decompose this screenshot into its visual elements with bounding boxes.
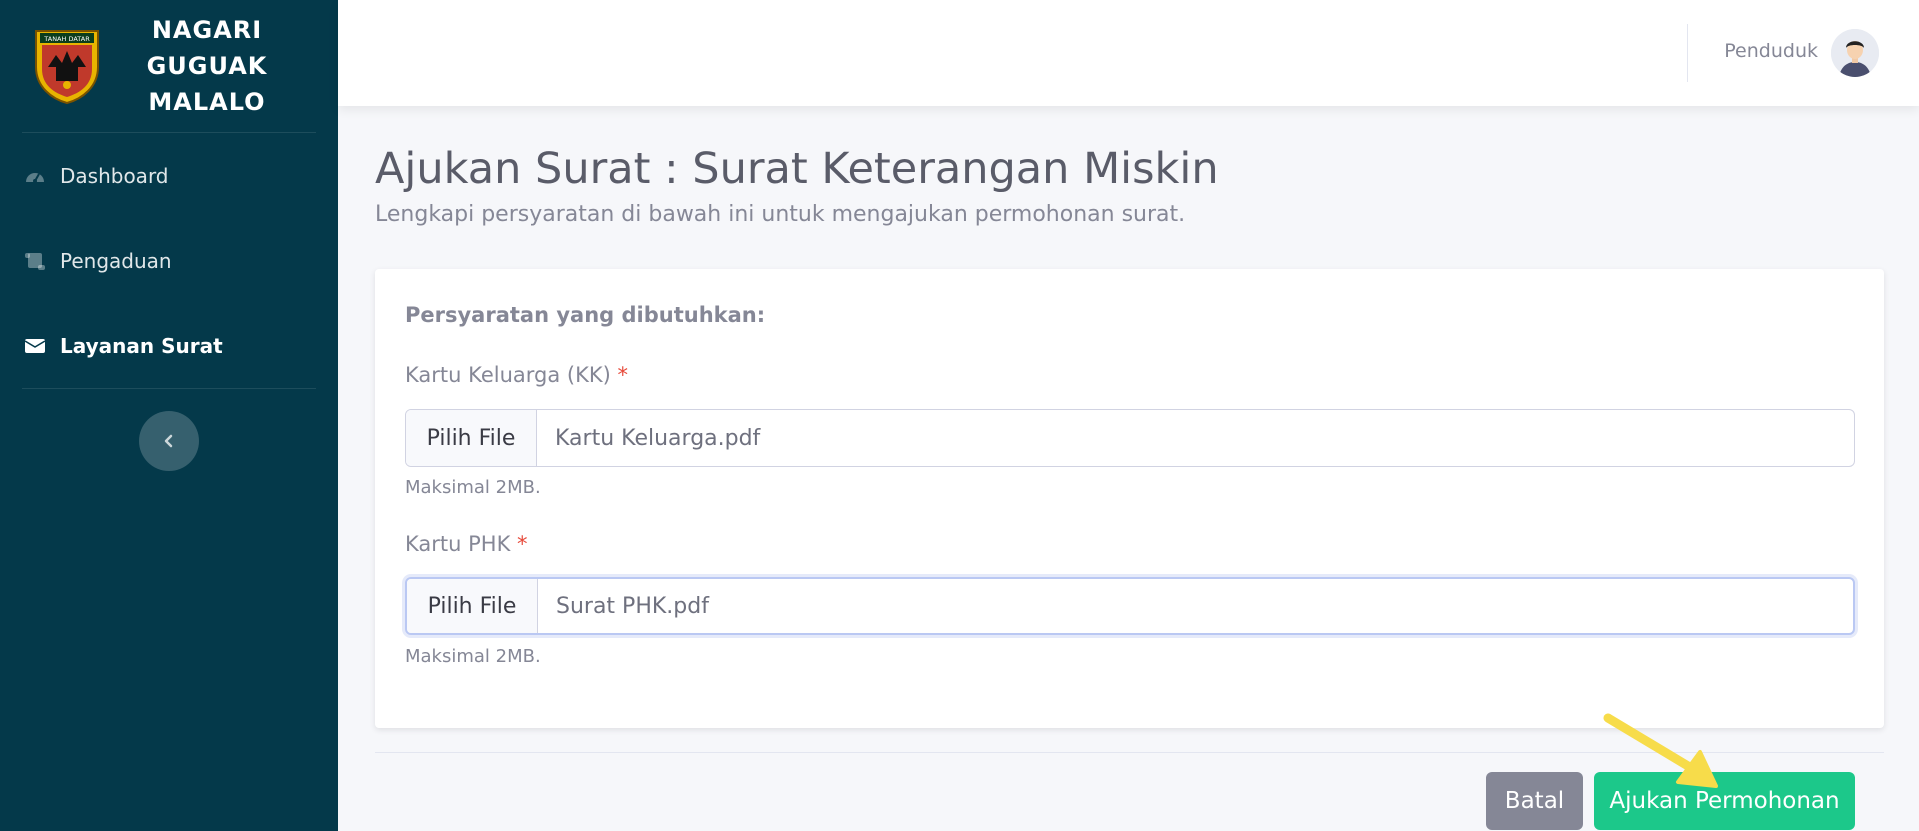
sidebar: TANAH DATAR NAGARI GUGUAK MALALO Dashboa… [0,0,338,831]
selected-file-name: Surat PHK.pdf [556,593,709,619]
help-text: Maksimal 2MB. [405,477,541,498]
field-label-kk: Kartu Keluarga (KK) * [405,363,628,387]
requirements-title: Persyaratan yang dibutuhkan: [405,303,766,327]
coat-of-arms-logo: TANAH DATAR [35,30,99,105]
form-footer-divider [375,752,1884,753]
topbar-divider [1687,24,1688,82]
logo-caption: TANAH DATAR [43,35,90,43]
submit-button[interactable]: Ajukan Permohonan [1594,772,1855,830]
required-mark: * [517,532,528,556]
envelope-icon [24,335,46,357]
sidebar-divider [22,388,316,389]
sidebar-item-layanan-surat[interactable]: Layanan Surat [0,303,338,388]
brand-name: NAGARI GUGUAK MALALO [132,12,282,120]
sidebar-item-label: Layanan Surat [60,333,223,358]
file-input-phk[interactable]: Pilih File Surat PHK.pdf [405,577,1855,635]
user-name[interactable]: Penduduk [1724,40,1818,62]
brand-line-2: GUGUAK [146,52,268,80]
help-text: Maksimal 2MB. [405,646,541,667]
sidebar-item-label: Dashboard [60,163,169,188]
field-label-text: Kartu Keluarga (KK) [405,363,611,387]
sidebar-item-label: Pengaduan [60,248,172,273]
sidebar-item-pengaduan[interactable]: Pengaduan [0,218,338,303]
scroll-icon [24,250,46,272]
file-input-kk[interactable]: Pilih File Kartu Keluarga.pdf [405,409,1855,467]
page-title: Ajukan Surat : Surat Keterangan Miskin [375,144,1219,194]
topbar: Penduduk [338,0,1919,106]
avatar[interactable] [1831,29,1879,77]
brand-line-3: MALALO [148,88,266,116]
chevron-left-icon [164,434,173,448]
cancel-button[interactable]: Batal [1486,772,1583,830]
sidebar-toggle-button[interactable] [139,411,199,471]
sidebar-item-dashboard[interactable]: Dashboard [0,133,338,218]
page-subtitle: Lengkapi persyaratan di bawah ini untuk … [375,202,1186,227]
selected-file-name: Kartu Keluarga.pdf [555,425,761,451]
brand-line-1: NAGARI [151,16,263,44]
choose-file-button[interactable]: Pilih File [406,410,537,466]
requirements-card: Persyaratan yang dibutuhkan: Kartu Kelua… [375,269,1884,728]
sidebar-toggle-wrap [0,411,338,471]
field-label-phk: Kartu PHK * [405,532,528,556]
choose-file-button[interactable]: Pilih File [407,579,538,633]
required-mark: * [617,363,629,387]
field-label-text: Kartu PHK [405,532,511,556]
gauge-icon [24,165,46,187]
brand[interactable]: TANAH DATAR NAGARI GUGUAK MALALO [0,0,338,132]
user-avatar-icon [1831,29,1879,77]
